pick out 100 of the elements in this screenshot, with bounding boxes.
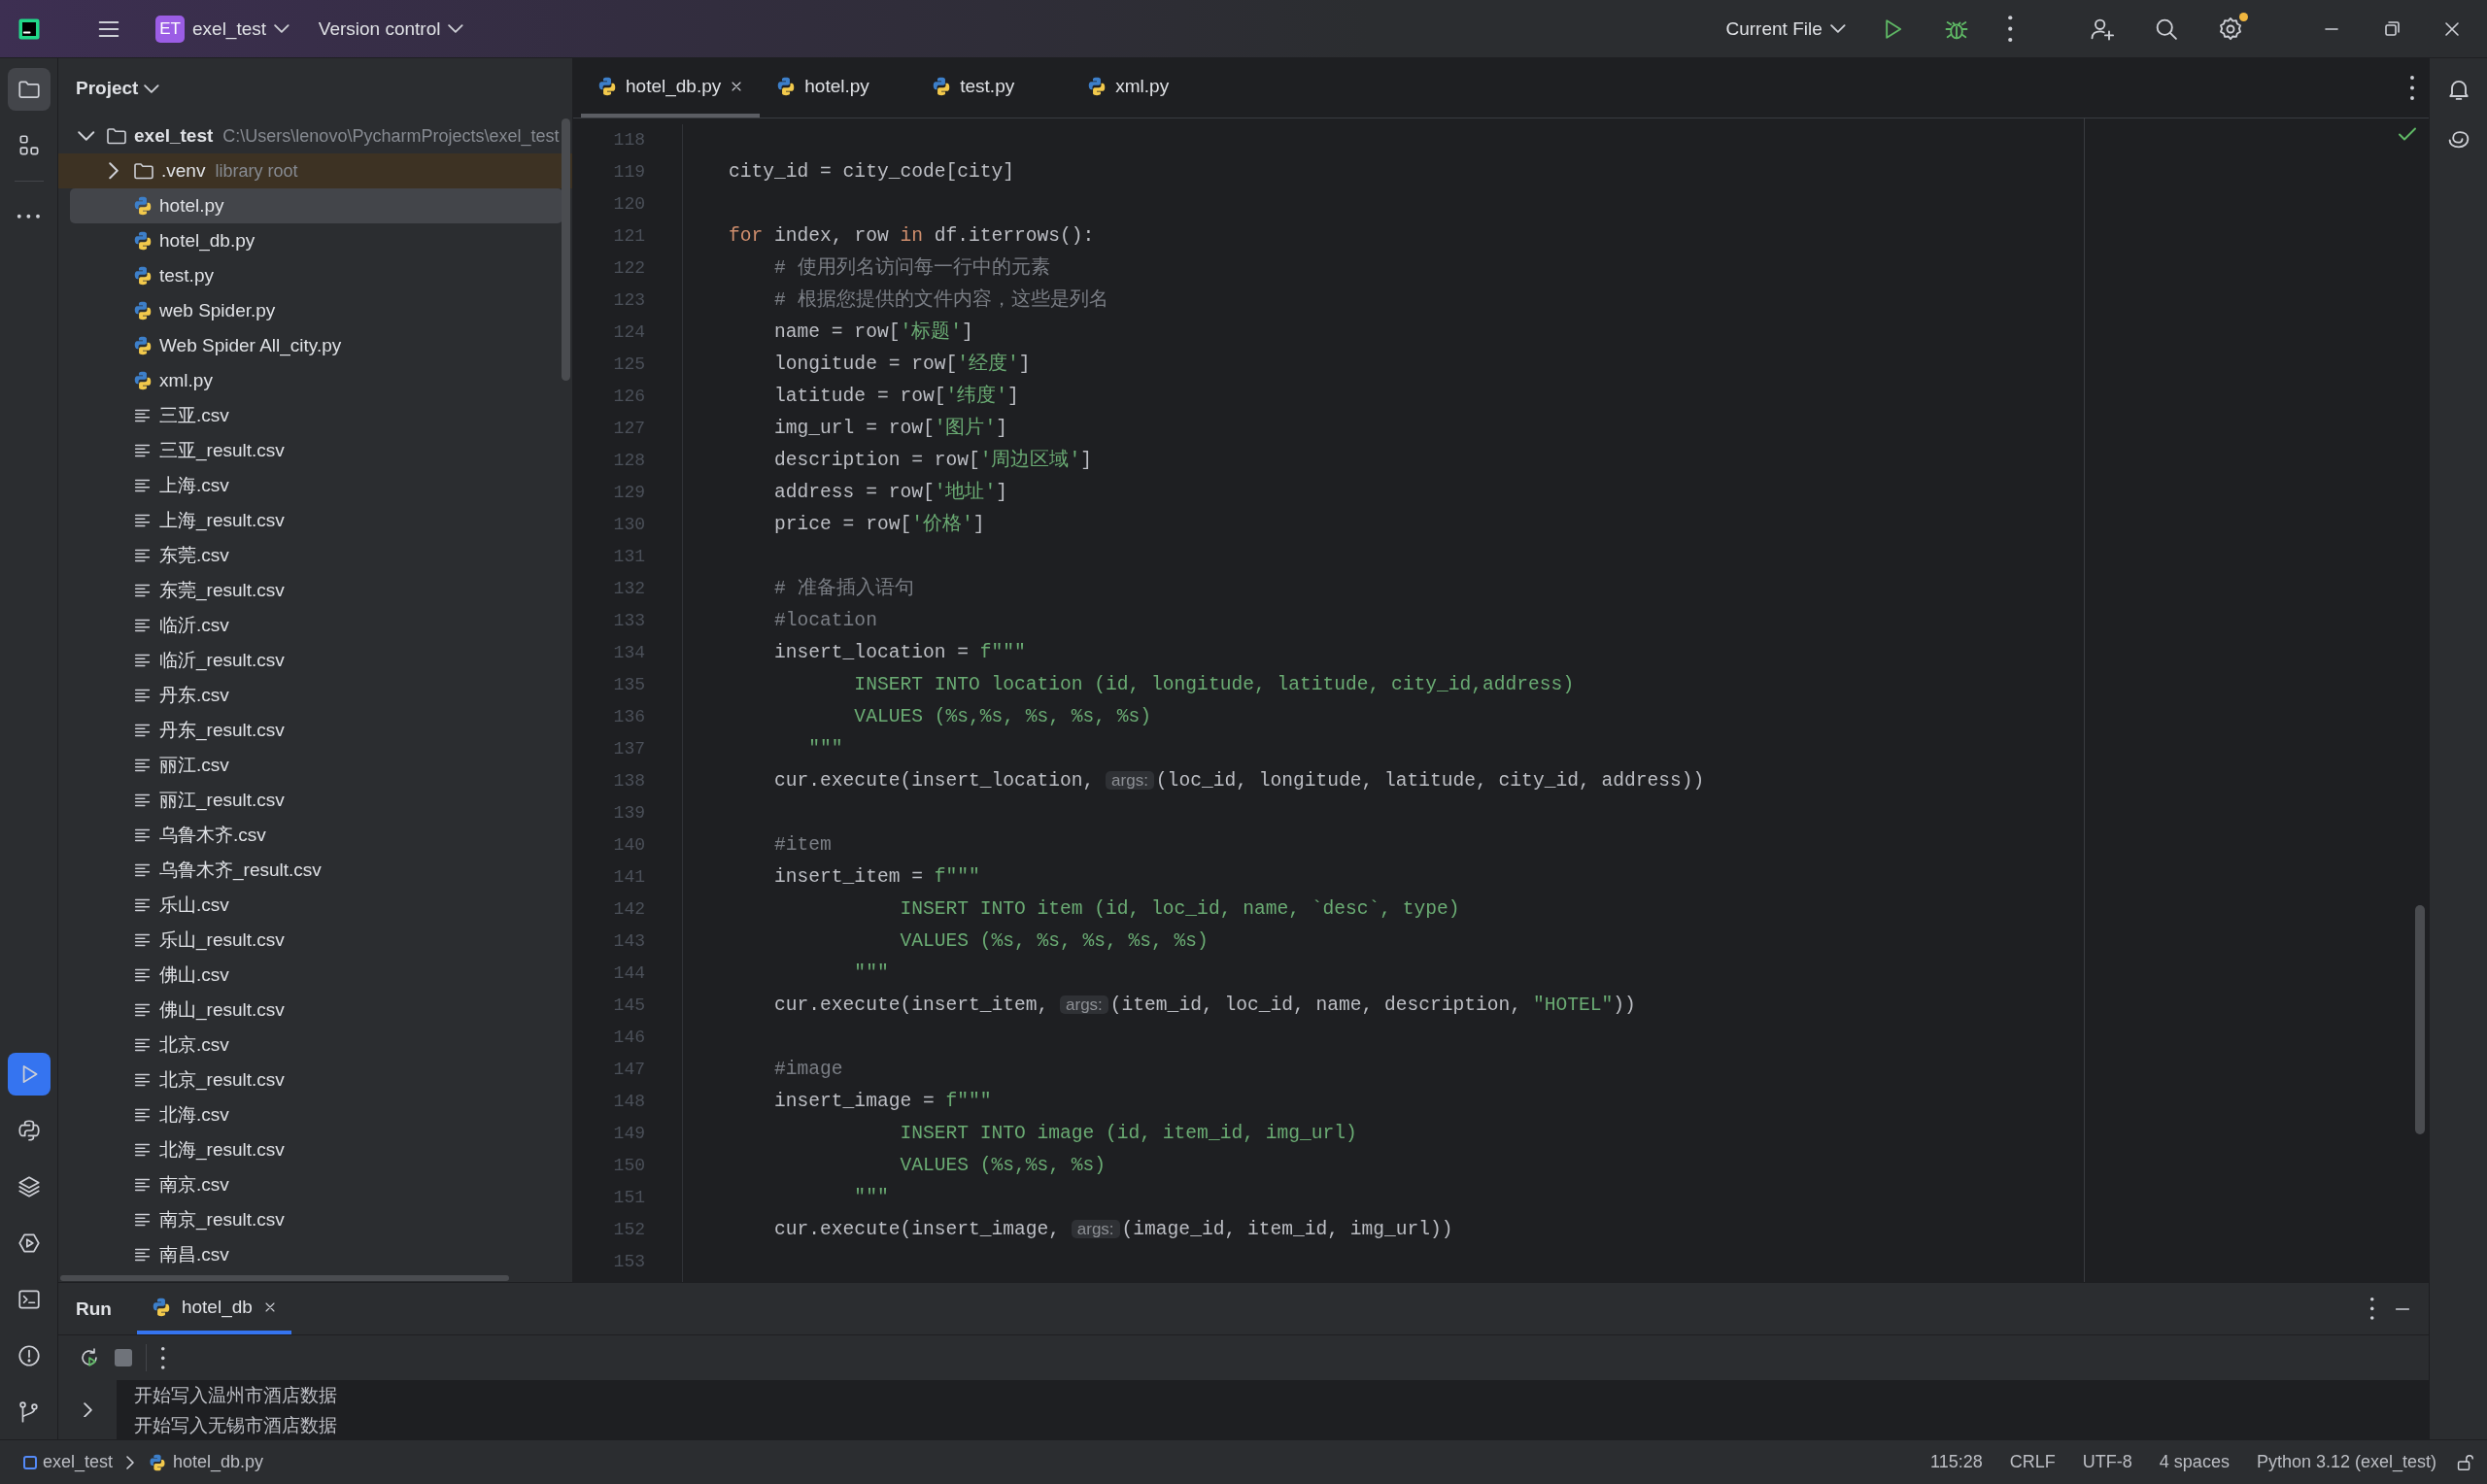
editor-tab[interactable]: hotel.py [760, 58, 916, 118]
editor-tab[interactable]: xml.py [1071, 58, 1227, 118]
tree-item[interactable]: 临沂_result.csv [58, 643, 562, 678]
code-line: cur.execute(insert_item, args: (item_id, loc_id, name, description, "HOTEL")) [773, 994, 1636, 1018]
code-line: price = row['价格'] [773, 512, 985, 537]
python-console-icon [16, 1118, 42, 1143]
chevron-icon [144, 84, 160, 93]
chevron-icon[interactable] [83, 1401, 92, 1418]
terminal-icon [16, 1287, 42, 1312]
python-file-icon [132, 300, 153, 321]
tree-item[interactable]: 乐山_result.csv [58, 923, 562, 958]
tree-item[interactable]: 北京_result.csv [58, 1062, 562, 1097]
more-icon[interactable] [2368, 1297, 2374, 1321]
run-config-selector[interactable]: Current File [1716, 12, 1856, 46]
python-file-icon [132, 265, 153, 287]
code-line: city_id = city_code[city] [728, 160, 1014, 185]
workspace-dropdown[interactable]: ET exel_test [146, 9, 299, 49]
tree-item[interactable]: 北京.csv [58, 1028, 562, 1062]
code-line: latitude = row['纬度'] [773, 384, 1019, 409]
status-item[interactable]: 4 spaces [2149, 1452, 2239, 1472]
tool-window-button[interactable] [7, 1053, 51, 1096]
project-badge: ET [155, 15, 185, 43]
tree-item[interactable]: 临沂.csv [58, 608, 562, 643]
tree-item[interactable]: 三亚_result.csv [58, 433, 562, 468]
more-icon[interactable] [160, 1345, 166, 1370]
tree-item[interactable]: web Spider.py [58, 293, 562, 328]
project-view-selector[interactable]: Project [70, 77, 166, 100]
editor-tab[interactable]: test.py [915, 58, 1072, 118]
tree-item[interactable]: 丽江.csv [58, 748, 562, 783]
scrollbar[interactable] [2415, 905, 2425, 1134]
status-item[interactable]: Python 3.12 (exel_test) [2246, 1452, 2446, 1472]
status-item[interactable]: CRLF [1999, 1452, 2065, 1472]
code-line: longitude = row['经度'] [773, 352, 1031, 377]
tree-item[interactable]: 东莞.csv [58, 538, 562, 573]
console-output-line: 开始写入无锡市酒店数据 [134, 1414, 337, 1437]
chevron-icon[interactable] [109, 162, 119, 180]
tree-item[interactable]: 佛山_result.csv [58, 993, 562, 1028]
vcs-menu[interactable]: Version control [308, 12, 474, 46]
python-file-icon [132, 195, 153, 217]
tree-item[interactable]: 北海.csv [58, 1097, 562, 1132]
run-tab[interactable]: hotel_db [136, 1283, 291, 1334]
project-name: exel_test [192, 17, 267, 40]
code-line: INSERT INTO image (id, item_id, img_url) [899, 1122, 1357, 1146]
code-line: # 准备插入语句 [773, 576, 914, 601]
tree-item[interactable]: exel_test C:\Users\lenovo\PycharmProjects\exel_test [58, 118, 562, 153]
tree-item[interactable]: hotel.py [70, 188, 562, 223]
tree-item[interactable]: .venv library root [58, 153, 572, 188]
tree-item[interactable]: 丹东_result.csv [58, 713, 562, 748]
path-hint: C:\Users\lenovo\PycharmProjects\exel_test [222, 125, 560, 147]
tree-item[interactable]: 南昌.csv [58, 1237, 562, 1272]
scrollbar[interactable] [60, 1275, 509, 1281]
problems-icon [16, 1343, 42, 1368]
tree-item[interactable]: Web Spider All_city.py [58, 328, 562, 363]
code-line: INSERT INTO item (id, loc_id, name, `desc`, type) [899, 897, 1460, 922]
tree-item[interactable]: 三亚.csv [58, 398, 562, 433]
tree-item[interactable]: xml.py [58, 363, 562, 398]
code-line: # 使用列名访问每一行中的元素 [773, 255, 1050, 281]
python-file-icon [132, 370, 153, 391]
chevron-icon[interactable] [78, 131, 95, 141]
code-line: for index, row in df.iterrows(): [728, 224, 1095, 249]
code-line: insert_location = f""" [773, 641, 1026, 665]
tree-item[interactable]: 南京.csv [58, 1167, 562, 1202]
tree-item[interactable]: 乌鲁木齐.csv [58, 818, 562, 853]
tree-item[interactable]: 南京_result.csv [58, 1202, 562, 1237]
code-line: INSERT INTO location (id, longitude, latitude, city_id,address) [853, 673, 1575, 697]
code-line: #location [773, 609, 877, 633]
breadcrumb[interactable]: hotel_db.py [142, 1451, 270, 1473]
tree-item[interactable]: 乌鲁木齐_result.csv [58, 853, 562, 888]
breadcrumb[interactable]: exel_test [17, 1451, 119, 1473]
code-line: VALUES (%s, %s, %s, %s, %s) [899, 929, 1209, 954]
tree-item[interactable]: 佛山.csv [58, 958, 562, 993]
panel-title: Run [76, 1298, 112, 1320]
settings-icon[interactable] [2217, 15, 2244, 43]
tree-item[interactable]: 乐山.csv [58, 888, 562, 923]
status-item[interactable]: UTF-8 [2072, 1452, 2142, 1472]
python-file-icon [596, 75, 618, 97]
scrollbar[interactable] [562, 118, 570, 381]
tree-item[interactable]: 北海_result.csv [58, 1132, 562, 1167]
tool-window-button[interactable] [7, 68, 51, 111]
tree-item[interactable]: 上海.csv [58, 468, 562, 503]
code-line: """ [807, 737, 843, 761]
code-line: #item [773, 833, 832, 858]
layers-icon [16, 1174, 42, 1199]
tree-item[interactable]: 丹东.csv [58, 678, 562, 713]
tree-item[interactable]: 上海_result.csv [58, 503, 562, 538]
chevron-icon [126, 1455, 135, 1469]
code-line: name = row['标题'] [773, 320, 973, 345]
tree-item[interactable]: 东莞_result.csv [58, 573, 562, 608]
status-item[interactable]: 115:28 [1921, 1452, 1993, 1472]
project-icon [23, 1455, 37, 1469]
python-file-icon [132, 335, 153, 356]
code-line: description = row['周边区域'] [773, 448, 1092, 473]
tree-item[interactable]: 丽江_result.csv [58, 783, 562, 818]
path-hint: library root [215, 160, 298, 182]
tree-item[interactable]: hotel_db.py [58, 223, 562, 258]
editor-tab[interactable]: hotel_db.py [581, 58, 761, 118]
console-output-line: 开始写入温州市酒店数据 [134, 1384, 337, 1407]
chevron-icon [1829, 24, 1846, 33]
tree-item[interactable]: test.py [58, 258, 562, 293]
more-icon[interactable] [2409, 75, 2415, 101]
